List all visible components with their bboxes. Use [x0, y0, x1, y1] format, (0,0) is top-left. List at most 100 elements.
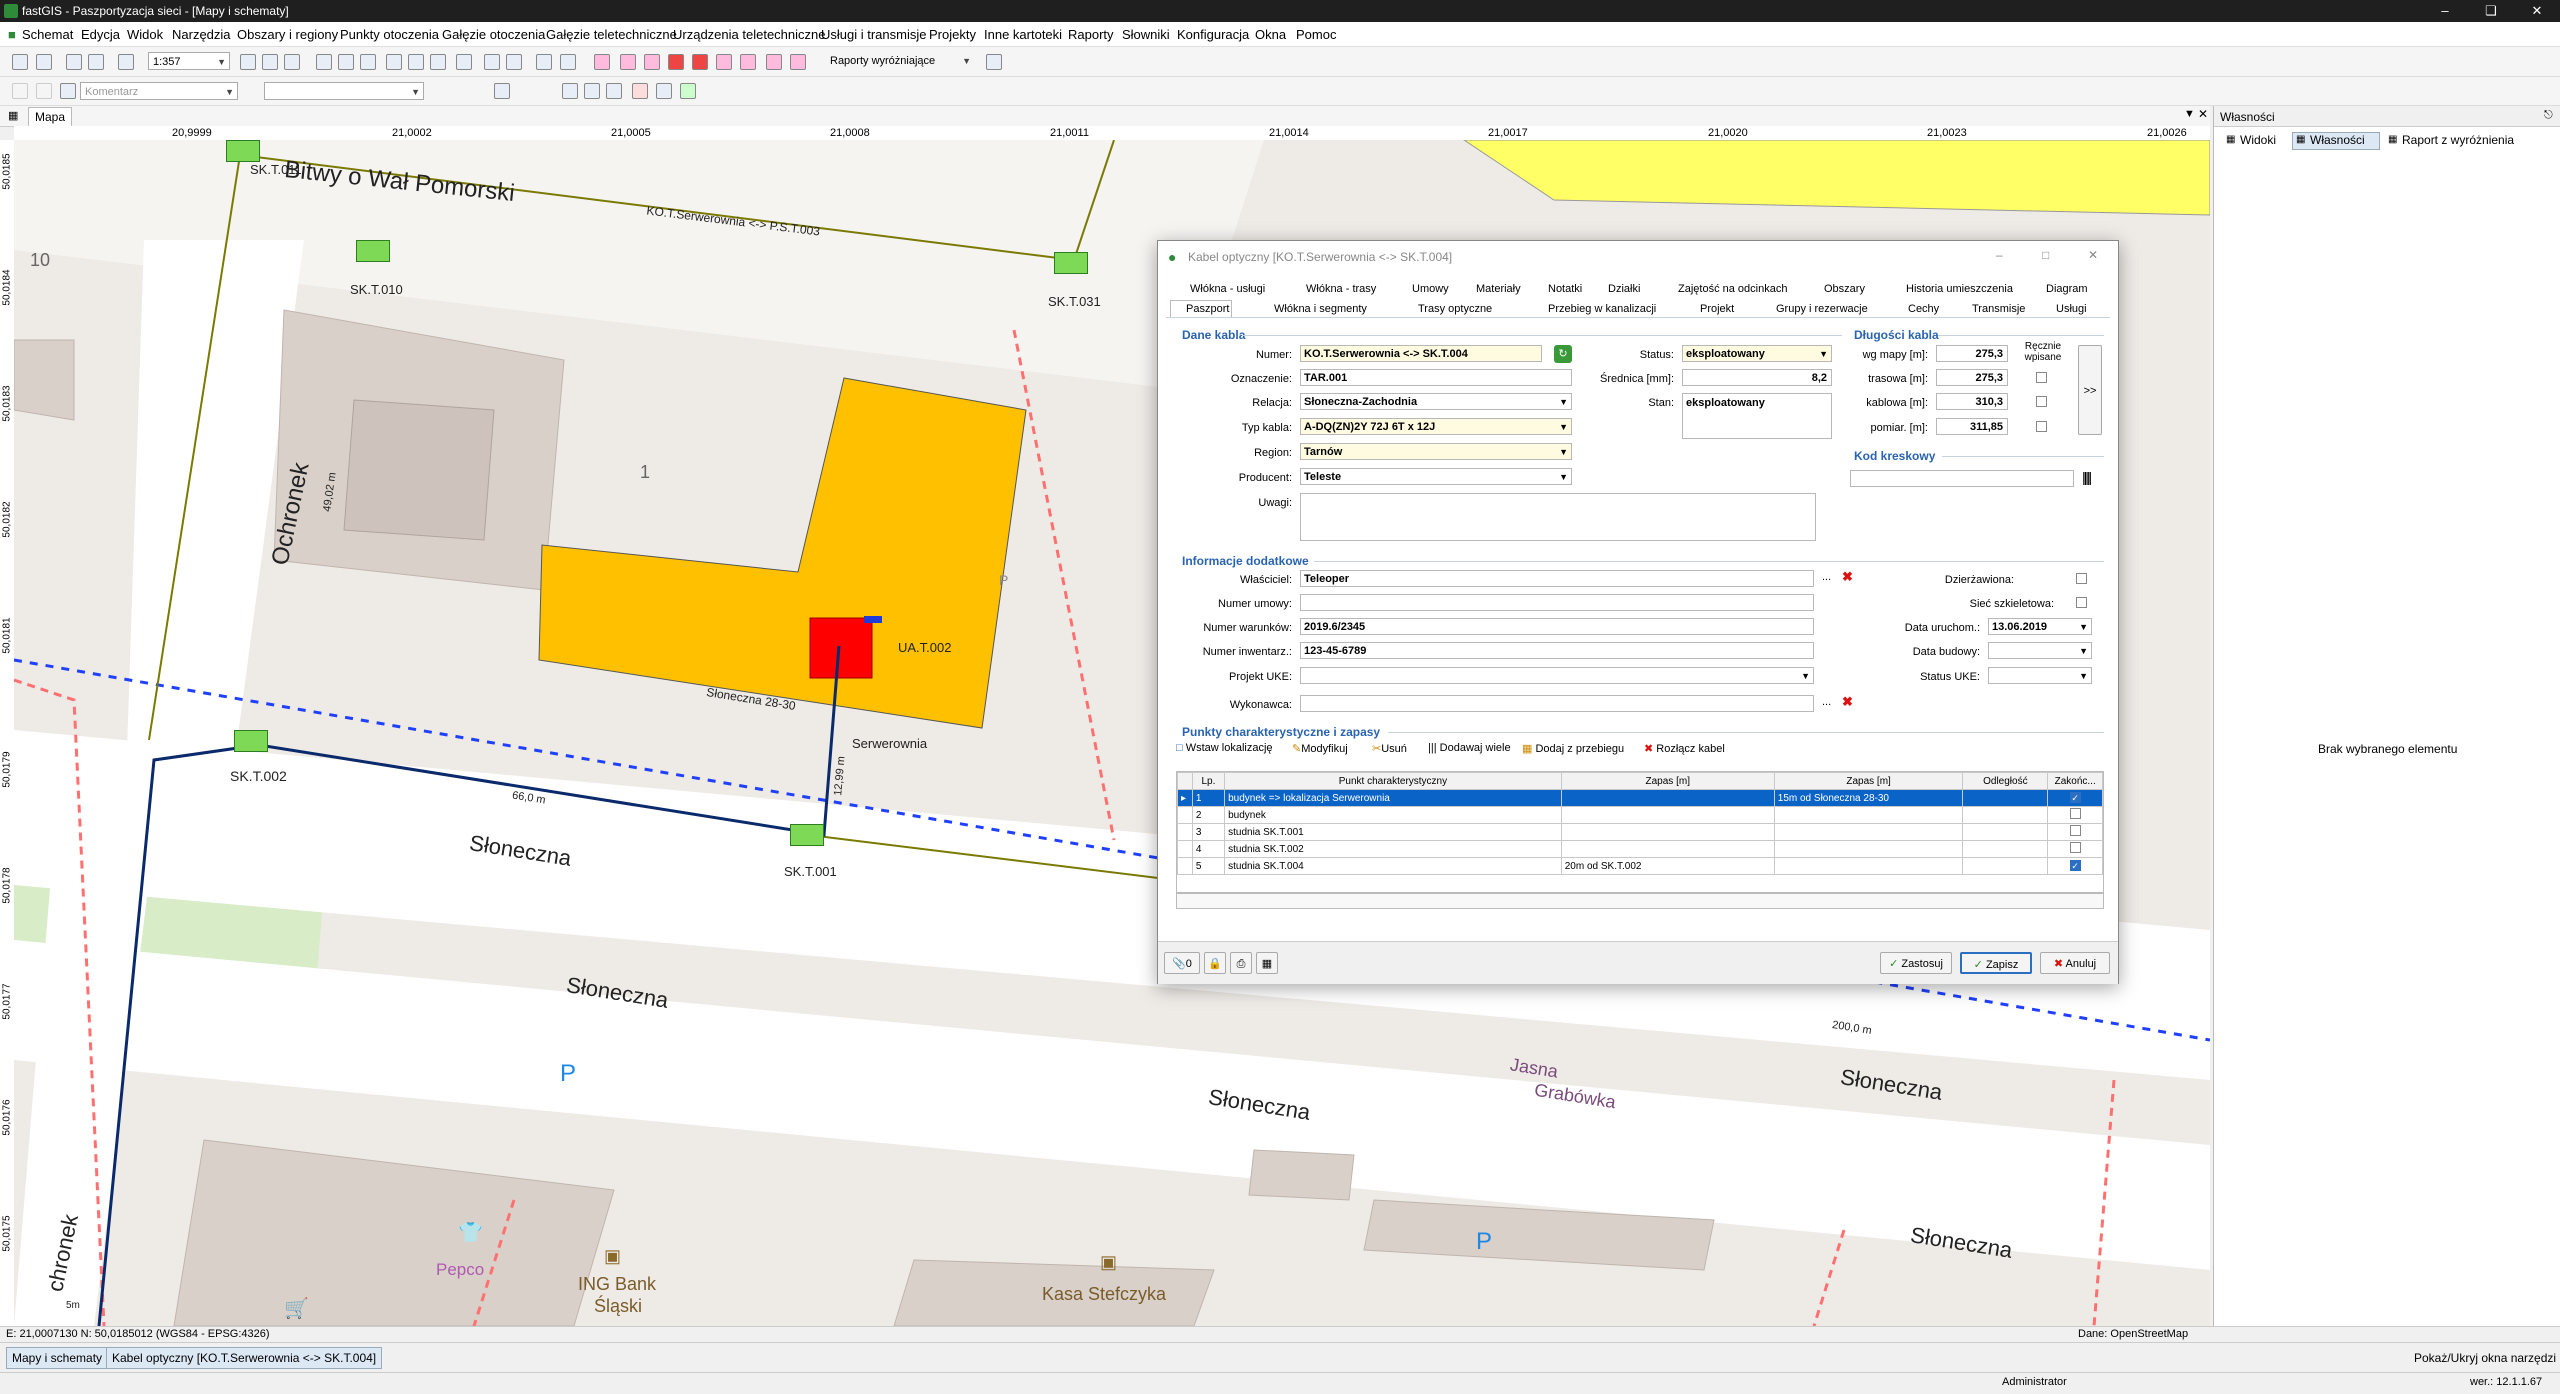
tab-cechy[interactable]: Cechy: [1908, 303, 1939, 315]
menu-item[interactable]: Punkty otoczenia: [340, 27, 439, 42]
zakonczenie-checkbox[interactable]: [2069, 842, 2081, 853]
menu-item[interactable]: Narzędzia: [172, 27, 231, 42]
numer-umowy-field[interactable]: [1300, 594, 1814, 611]
region-select[interactable]: Tarnów ▼: [1300, 443, 1572, 460]
tab-zajetosc[interactable]: Zajętość na odcinkach: [1678, 283, 1787, 295]
print-icon[interactable]: [88, 54, 104, 70]
zastosuj-button[interactable]: ✓ Zastosuj: [1880, 952, 1952, 974]
tab-dzialki[interactable]: Działki: [1608, 283, 1640, 295]
menu-item[interactable]: Gałęzie otoczenia: [442, 27, 545, 42]
modify-button[interactable]: ✎Modyfikuj: [1292, 742, 1348, 755]
barcode-field[interactable]: [1850, 470, 2074, 487]
stop-icon[interactable]: [668, 54, 684, 70]
new-icon[interactable]: [12, 54, 28, 70]
close-icon[interactable]: ✕: [2088, 248, 2098, 262]
tab-umowy[interactable]: Umowy: [1412, 283, 1449, 295]
minimize-icon[interactable]: –: [1996, 248, 2003, 262]
minimize-button[interactable]: –: [2422, 0, 2468, 22]
tab-map[interactable]: Mapa: [28, 107, 73, 127]
dzierzawiona-checkbox[interactable]: [2076, 573, 2087, 584]
toggle-tool-windows[interactable]: Pokaż/Ukryj okna narzędzi: [2414, 1351, 2556, 1365]
tab-przebieg[interactable]: Przebieg w kanalizacji: [1548, 303, 1656, 315]
barcode-icon[interactable]: |||||: [2082, 469, 2092, 485]
relacja-select[interactable]: Słoneczna-Zachodnia ▼: [1300, 393, 1572, 410]
menu-item[interactable]: Słowniki: [1122, 27, 1170, 42]
refresh-icon[interactable]: [118, 54, 134, 70]
manhole-sk010[interactable]: [356, 240, 390, 262]
zakonczenie-checkbox[interactable]: [2069, 808, 2081, 819]
kablowa-field[interactable]: 310,3: [1936, 393, 2008, 410]
report-button[interactable]: ▦: [1256, 952, 1278, 974]
label-icon[interactable]: [560, 54, 576, 70]
pin-icon[interactable]: ⎋: [2544, 109, 2553, 122]
cursor-icon[interactable]: [12, 83, 28, 99]
tab-wlokna-uslugi[interactable]: Włókna - usługi: [1190, 283, 1265, 295]
select-icon[interactable]: [316, 54, 332, 70]
remove-icon[interactable]: [632, 83, 648, 99]
cell-zakonczenie[interactable]: [2047, 806, 2103, 824]
table-row[interactable]: 2 budynek: [1177, 806, 2103, 824]
clear-contractor-icon[interactable]: ✖: [1842, 694, 1853, 710]
manhole-sk002[interactable]: [234, 730, 268, 752]
tab-paszport[interactable]: Paszport: [1186, 303, 1229, 315]
projekt-uke-select[interactable]: ▼: [1300, 667, 1814, 684]
print-button[interactable]: ⎙: [1230, 952, 1252, 974]
points-grid[interactable]: Lp. Punkt charakterystyczny Zapas [m] Za…: [1176, 771, 2104, 893]
extent-icon[interactable]: [430, 54, 446, 70]
maximize-icon[interactable]: □: [2042, 248, 2049, 262]
zakonczenie-checkbox[interactable]: [2069, 825, 2081, 836]
stan-field[interactable]: eksploatowany: [1682, 393, 1832, 439]
tab-diagram[interactable]: Diagram: [2046, 283, 2088, 295]
comment-combo[interactable]: Komentarz ▼: [80, 82, 238, 100]
table-row[interactable]: 3 studnia SK.T.001: [1177, 823, 2103, 841]
anuluj-button[interactable]: ✖ Anuluj: [2040, 952, 2110, 974]
comment-icon[interactable]: [60, 83, 76, 99]
manhole-sk031[interactable]: [1054, 252, 1088, 274]
tab-notatki[interactable]: Notatki: [1548, 283, 1582, 295]
copy-icon[interactable]: [562, 83, 578, 99]
fit-icon[interactable]: [408, 54, 424, 70]
maximize-button[interactable]: ❏: [2468, 0, 2514, 22]
tab-transmisje[interactable]: Transmisje: [1972, 303, 2025, 315]
menu-item[interactable]: Raporty: [1068, 27, 1114, 42]
scale-combo[interactable]: 1:357 ▼: [148, 52, 230, 70]
cell-zakonczenie[interactable]: [2047, 823, 2103, 841]
tab-wlokna-segmenty[interactable]: Włókna i segmenty: [1274, 303, 1367, 315]
menu-item[interactable]: Schemat: [22, 27, 73, 42]
accept-icon[interactable]: [680, 83, 696, 99]
pomiar-field[interactable]: 311,85: [1936, 418, 2008, 435]
tab-materialy[interactable]: Materiały: [1476, 283, 1521, 295]
insert-location-button[interactable]: □ Wstaw lokalizację: [1176, 742, 1273, 754]
menu-item[interactable]: Urządzenia teletechniczne: [673, 27, 825, 42]
paste-icon[interactable]: [584, 83, 600, 99]
srednica-field[interactable]: 8,2: [1682, 369, 1832, 386]
draw-icon[interactable]: [36, 83, 52, 99]
tab-raport[interactable]: Raport z wyróżnienia: [2402, 133, 2514, 147]
status-uke-select[interactable]: ▼: [1988, 667, 2092, 684]
expand-lengths-button[interactable]: >>: [2078, 345, 2102, 435]
browse-icon[interactable]: ...: [1822, 571, 1831, 583]
table-row[interactable]: ▸ 1 budynek => lokalizacja Serwerownia 1…: [1177, 789, 2103, 807]
table-row[interactable]: 5 studnia SK.T.004 20m od SK.T.002 ✓: [1177, 857, 2103, 875]
col-odleglosc[interactable]: Odległość: [1962, 772, 2049, 790]
close-button[interactable]: ✕: [2514, 0, 2560, 22]
wg-mapy-field[interactable]: 275,3: [1936, 345, 2008, 362]
menu-item[interactable]: Edycja: [81, 27, 120, 42]
snap-icon[interactable]: [484, 54, 500, 70]
menu-item[interactable]: Obszary i regiony: [237, 27, 338, 42]
text-icon[interactable]: [536, 54, 552, 70]
measure-icon[interactable]: [360, 54, 376, 70]
open-icon[interactable]: [36, 54, 52, 70]
browse-icon[interactable]: ...: [1822, 696, 1831, 708]
zoom-out-icon[interactable]: [262, 54, 278, 70]
tab-obszary[interactable]: Obszary: [1824, 283, 1865, 295]
zapisz-button[interactable]: ✓ Zapisz: [1960, 952, 2032, 974]
window-tab-cable[interactable]: Kabel optyczny [KO.T.Serwerownia <-> SK.…: [106, 1347, 383, 1369]
record-icon[interactable]: [692, 54, 708, 70]
menu-item[interactable]: Projekty: [929, 27, 976, 42]
data-budowy-field[interactable]: ▼: [1988, 642, 2092, 659]
col-zapas2[interactable]: Zapas [m]: [1773, 772, 1964, 790]
menu-item[interactable]: Okna: [1255, 27, 1286, 42]
menu-item[interactable]: Usługi i transmisje: [821, 27, 926, 42]
lock-button[interactable]: 🔒: [1204, 952, 1226, 974]
